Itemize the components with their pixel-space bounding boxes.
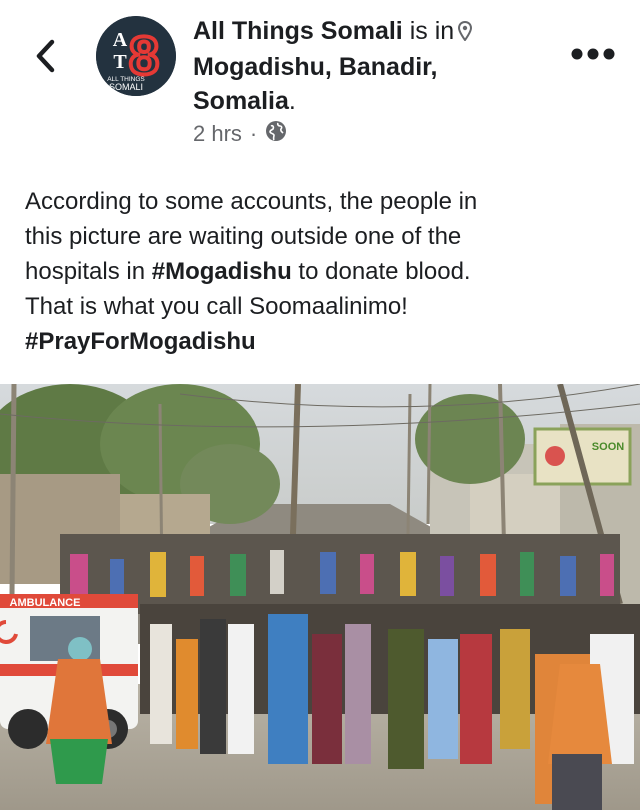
avatar-letter-a: A xyxy=(113,29,128,51)
post-text-line-1: According to some accounts, the people i… xyxy=(25,188,478,215)
post-header: All Things Somali is in Mogadishu, Banad… xyxy=(193,14,553,118)
location-period: . xyxy=(288,87,296,115)
post-text-line-2: this picture are waiting outside one of … xyxy=(25,223,462,250)
more-options-button[interactable] xyxy=(570,46,616,62)
hashtag-mogadishu[interactable]: #Mogadishu xyxy=(152,258,292,285)
avatar-logo: A T 8 ALL THINGS SOMALI xyxy=(96,16,176,96)
back-button[interactable] xyxy=(30,36,62,76)
timestamp[interactable]: 2 hrs xyxy=(193,121,242,147)
is-in-text: is in xyxy=(409,17,455,45)
post-text-line-3b: to donate blood. xyxy=(291,258,471,285)
post-text-line-4: That is what you call Soomaalinimo! xyxy=(25,293,408,320)
crowd-photo: SOON AMBULANCE xyxy=(0,384,640,810)
post-meta: 2 hrs · xyxy=(193,120,287,148)
ambulance-text: AMBULANCE xyxy=(10,597,81,609)
meta-separator: · xyxy=(249,121,258,146)
hashtag-prayformogadishu[interactable]: #PrayForMogadishu xyxy=(25,324,620,359)
location-line-2: Somalia xyxy=(193,87,289,115)
chevron-left-icon xyxy=(36,39,55,73)
more-options-icon xyxy=(571,48,615,60)
location-pin-icon xyxy=(458,16,473,50)
avatar-caption-2: SOMALI xyxy=(109,82,143,92)
location-link[interactable]: Mogadishu, Banadir, Somalia. xyxy=(193,50,553,118)
location-line-1: Mogadishu, Banadir, xyxy=(193,53,438,81)
avatar-letter-t: T xyxy=(113,51,127,73)
post-text-line-3a: hospitals in xyxy=(25,258,152,285)
page-name-link[interactable]: All Things Somali xyxy=(193,17,403,45)
globe-icon xyxy=(265,120,287,148)
billboard-text: SOON xyxy=(592,441,624,453)
post-text: According to some accounts, the people i… xyxy=(25,184,620,359)
page-avatar[interactable]: A T 8 ALL THINGS SOMALI xyxy=(96,16,176,96)
post-photo[interactable]: SOON AMBULANCE xyxy=(0,384,640,810)
